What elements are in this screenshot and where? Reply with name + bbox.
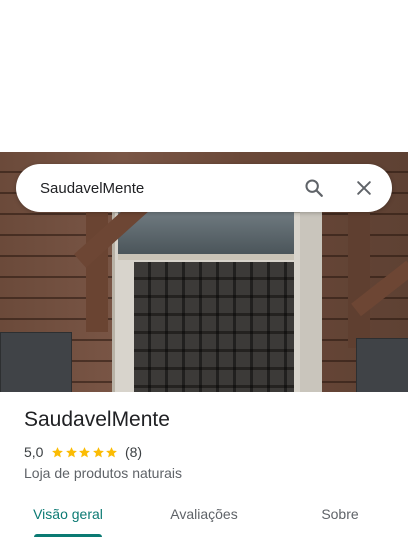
window-top [118,212,294,260]
star-icon [66,446,77,457]
star-icon [79,446,91,457]
review-count[interactable]: (8) [125,444,142,460]
rating-row[interactable]: 5,0 (8) [24,444,142,460]
white-post [300,210,322,392]
window-shelves [134,262,294,392]
tab-overview[interactable]: Visão geral [0,494,136,537]
search-bar[interactable]: SaudavelMente [16,164,392,212]
place-title: SaudavelMente [24,408,170,431]
metal-panel [356,338,408,392]
star-rating [51,446,119,459]
star-icon [93,446,104,457]
star-icon [106,446,118,457]
rating-value: 5,0 [24,444,44,460]
place-category: Loja de produtos naturais [24,465,182,481]
wooden-post [348,208,370,348]
tab-label: Avaliações [170,506,238,522]
metal-panel [0,332,72,392]
search-icon [305,179,323,197]
search-button[interactable] [294,168,334,208]
star-icon [52,446,64,457]
active-tab-indicator [34,534,102,537]
tab-bar: Visão geral Avaliações Sobre [0,494,408,538]
tab-label: Sobre [321,506,359,522]
search-query[interactable]: SaudavelMente [40,180,294,197]
tab-about[interactable]: Sobre [272,494,408,534]
tab-reviews[interactable]: Avaliações [136,494,272,534]
tab-label: Visão geral [33,506,103,522]
close-icon [357,181,371,195]
close-button[interactable] [344,168,384,208]
